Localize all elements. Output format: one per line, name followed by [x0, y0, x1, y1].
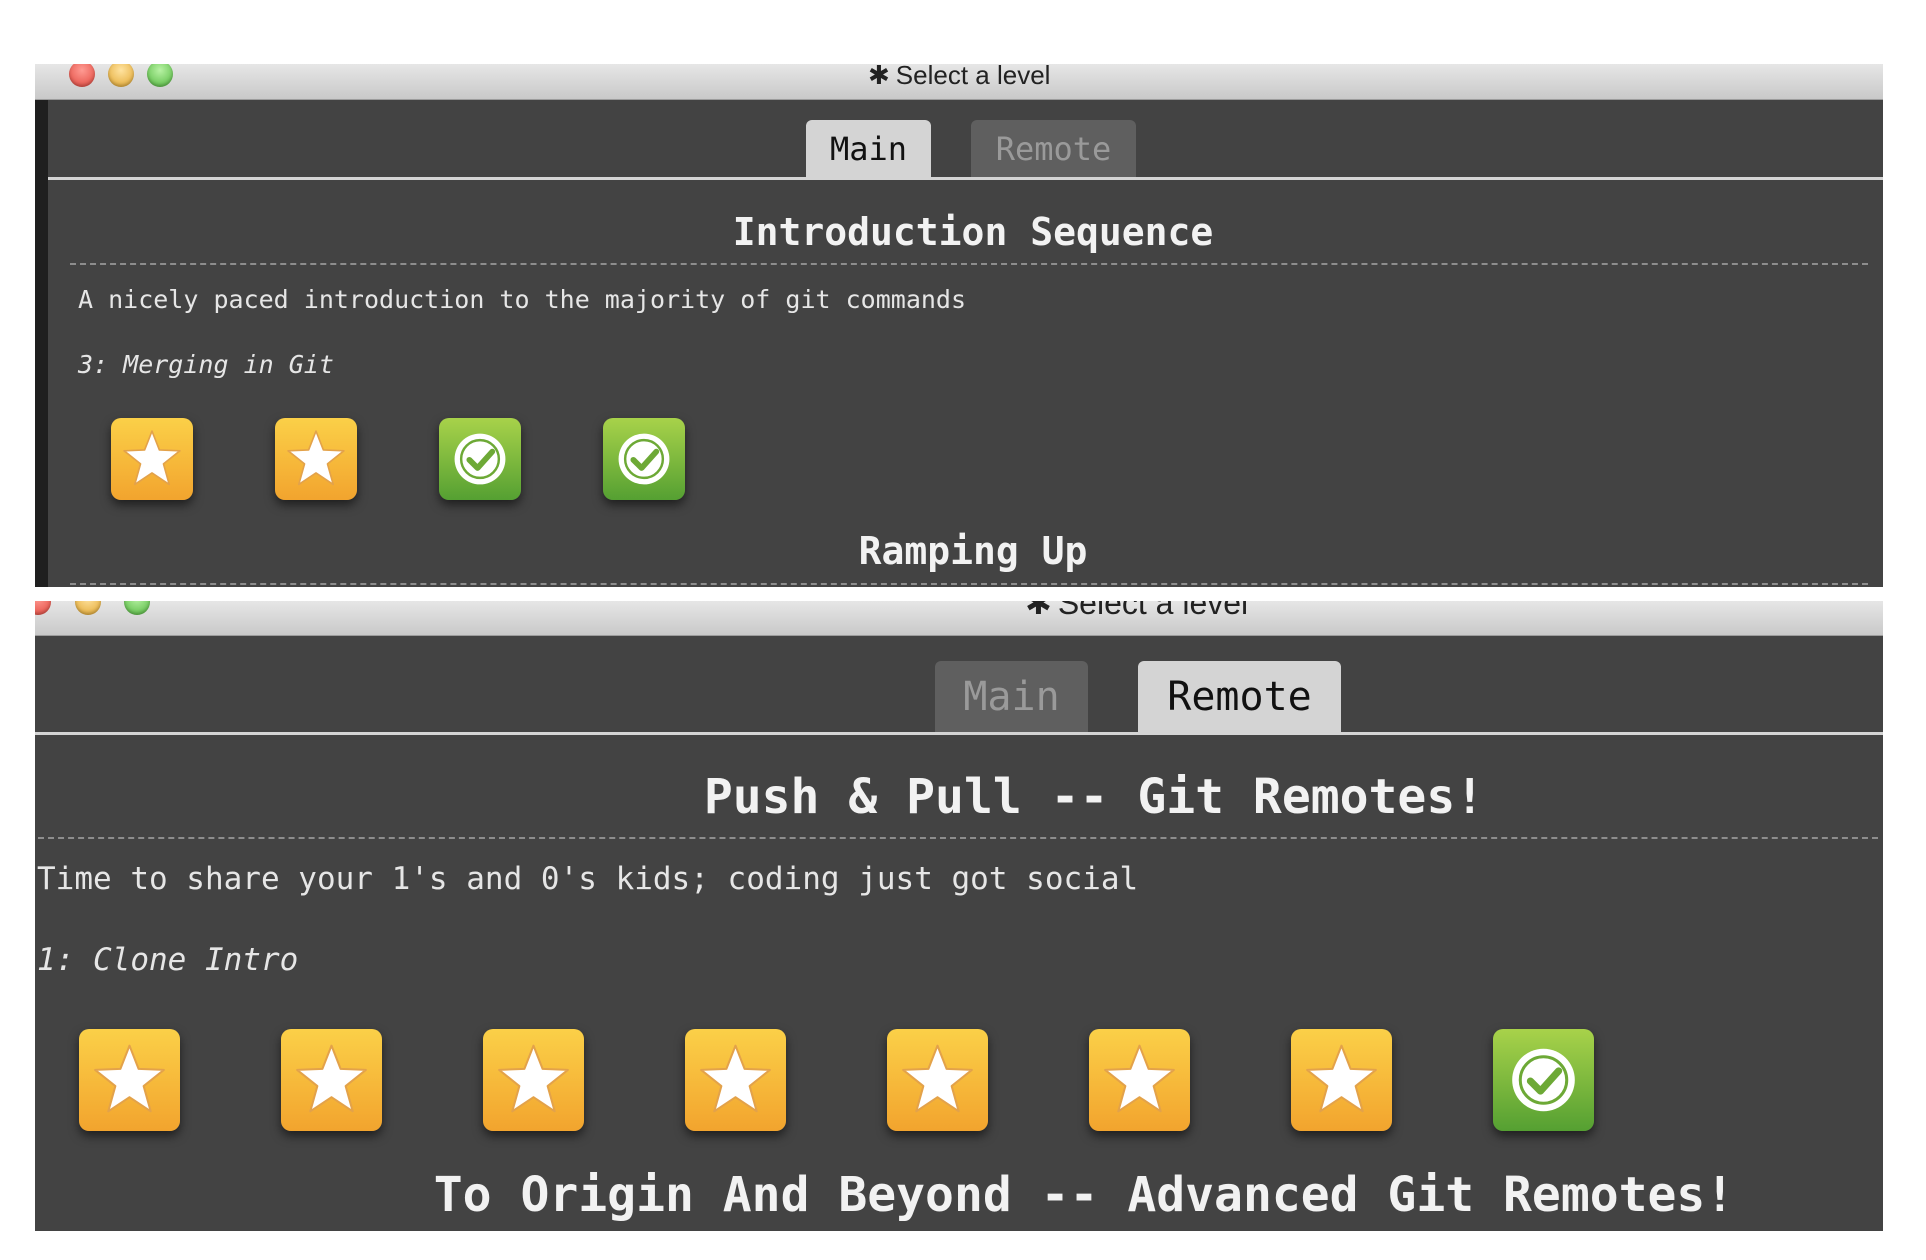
level-7-star-icon[interactable]	[1291, 1029, 1392, 1131]
selected-level-name: 3: Merging in Git	[78, 350, 334, 379]
window-titlebar: ✱ Select a level	[35, 64, 1883, 100]
section-divider	[70, 263, 1868, 265]
gear-icon: ✱	[1025, 601, 1052, 622]
sequence-description: Time to share your 1's and 0's kids; cod…	[37, 861, 1139, 897]
section-divider	[70, 583, 1868, 585]
level-4-check-icon[interactable]	[603, 418, 685, 500]
minimize-window-button[interactable]	[108, 64, 134, 87]
tab-remote[interactable]: Remote	[971, 120, 1136, 178]
close-window-button[interactable]	[35, 601, 51, 615]
level-4-star-icon[interactable]	[685, 1029, 786, 1131]
next-sequence-title: To Origin And Beyond -- Advanced Git Rem…	[433, 1167, 1735, 1223]
window-title: ✱ Select a level	[1025, 601, 1248, 622]
level-2-star-icon[interactable]	[281, 1029, 382, 1131]
next-sequence-title: Ramping Up	[858, 529, 1088, 573]
level-select-window-main: ✱ Select a level Main Remote Introduction…	[35, 64, 1883, 587]
level-6-star-icon[interactable]	[1089, 1029, 1190, 1131]
tab-divider	[48, 177, 1883, 180]
sequence-title: Introduction Sequence	[732, 210, 1214, 254]
tab-remote[interactable]: Remote	[1138, 661, 1341, 733]
maximize-window-button[interactable]	[147, 64, 173, 87]
minimize-window-button[interactable]	[75, 601, 101, 615]
tab-main[interactable]: Main	[806, 120, 931, 178]
level-5-star-icon[interactable]	[887, 1029, 988, 1131]
level-3-check-icon[interactable]	[439, 418, 521, 500]
sequence-title: Push & Pull -- Git Remotes!	[703, 769, 1485, 825]
close-window-button[interactable]	[69, 64, 95, 87]
tab-divider	[35, 732, 1883, 735]
level-select-window-remote: ✱ Select a level Main Remote Push & Pull …	[35, 601, 1883, 1231]
level-icons-row	[111, 418, 685, 500]
section-divider	[38, 837, 1878, 839]
level-3-star-icon[interactable]	[483, 1029, 584, 1131]
level-2-star-icon[interactable]	[275, 418, 357, 500]
window-edge-shadow	[35, 64, 48, 587]
gear-icon: ✱	[868, 64, 890, 91]
window-title: ✱ Select a level	[868, 64, 1050, 91]
level-icons-row	[79, 1029, 1594, 1131]
level-1-star-icon[interactable]	[79, 1029, 180, 1131]
selected-level-name: 1: Clone Intro	[37, 942, 299, 978]
window-titlebar: ✱ Select a level	[35, 601, 1883, 636]
sequence-description: A nicely paced introduction to the major…	[78, 285, 967, 314]
maximize-window-button[interactable]	[124, 601, 150, 615]
level-8-check-icon[interactable]	[1493, 1029, 1594, 1131]
level-1-star-icon[interactable]	[111, 418, 193, 500]
tab-main[interactable]: Main	[935, 661, 1088, 733]
